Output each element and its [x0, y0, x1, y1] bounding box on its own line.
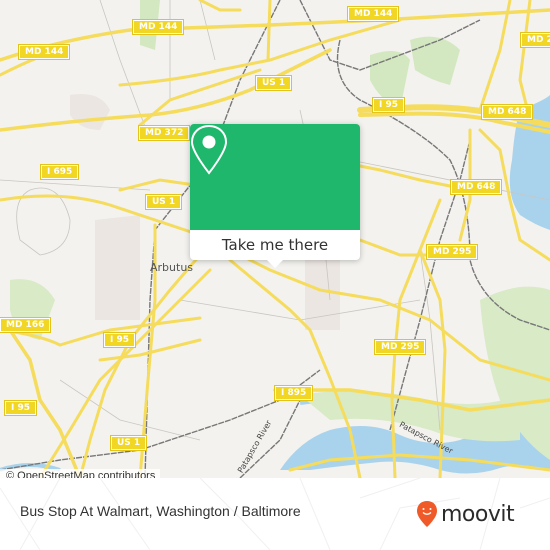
location-popup: Take me there [190, 124, 360, 268]
road-shield: MD 295 [425, 244, 479, 260]
road-shield: MD 144 [17, 44, 71, 60]
road-shield: MD 372 [137, 125, 191, 141]
popup-pointer [267, 260, 283, 268]
road-shield: MD 144 [131, 19, 185, 35]
road-shield: I 95 [3, 400, 38, 416]
landuse [70, 94, 110, 130]
road-shield: US 1 [144, 194, 183, 210]
stop-title: Bus Stop At Walmart, Washington / Baltim… [20, 503, 301, 519]
moovit-wordmark: moovit [441, 501, 515, 527]
park [410, 36, 460, 85]
road-shield: MD 166 [0, 317, 52, 333]
road-shield: I 695 [39, 164, 80, 180]
road-shield: MD 648 [449, 179, 503, 195]
map-attribution[interactable]: © OpenStreetMap contributors [0, 469, 161, 478]
map-pin-icon [190, 124, 228, 175]
road-shield: US 1 [254, 75, 293, 91]
road-shield: I 95 [102, 332, 137, 348]
road-shield: MD 2 [520, 32, 550, 48]
map[interactable]: MD 144 MD 144 MD 144 MD 2 US 1 I 95 MD 6… [0, 0, 550, 478]
take-me-there-button[interactable]: Take me there [190, 230, 360, 260]
moovit-logo[interactable]: moovit [416, 500, 515, 528]
footer: Bus Stop At Walmart, Washington / Baltim… [0, 478, 550, 550]
road-shield: I 95 [371, 97, 406, 113]
popup-header [190, 124, 360, 230]
landuse [305, 260, 340, 330]
place-label: Arbutus [150, 261, 194, 274]
moovit-pin-icon [417, 501, 437, 527]
road-shield: US 1 [109, 435, 148, 451]
road-shield: MD 295 [373, 339, 427, 355]
road-shield: I 895 [273, 385, 314, 401]
road-shield: MD 144 [346, 6, 400, 22]
landuse [95, 215, 140, 320]
road-shield: MD 648 [480, 104, 534, 120]
